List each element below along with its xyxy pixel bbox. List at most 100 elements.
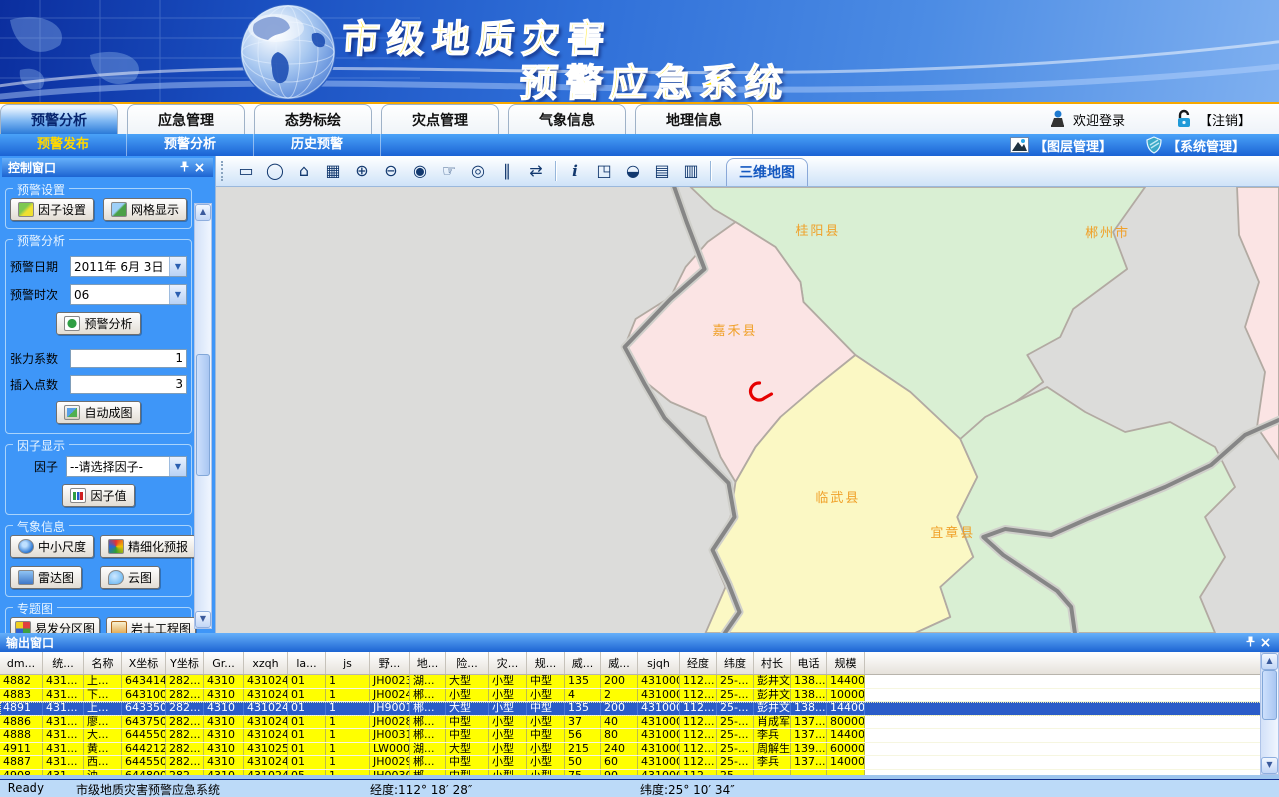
table-cell[interactable]: 01	[288, 716, 326, 729]
table-cell[interactable]: 4883	[0, 689, 43, 702]
table-cell[interactable]: 644212	[122, 743, 166, 756]
table-cell[interactable]: 431...	[43, 716, 84, 729]
table-cell[interactable]: 周解生	[754, 743, 791, 756]
tension-input[interactable]: 1	[70, 349, 187, 368]
table-cell[interactable]: 1	[326, 716, 370, 729]
table-cell[interactable]: 廖...	[84, 716, 122, 729]
scroll-down-button[interactable]: ▼	[195, 611, 211, 628]
table-cell[interactable]: 郴...	[410, 702, 446, 715]
meso-scale-button[interactable]: 中小尺度	[10, 535, 94, 558]
table-cell[interactable]: 644550	[122, 729, 166, 742]
table-cell[interactable]: 小型	[489, 702, 527, 715]
table-cell[interactable]: 431000	[638, 702, 680, 715]
table-cell[interactable]: 4310	[204, 702, 244, 715]
analyze-button[interactable]: 预警分析	[56, 312, 140, 335]
table-cell[interactable]: 56	[565, 729, 601, 742]
table-cell[interactable]: 彭井文	[754, 689, 791, 702]
table-cell[interactable]: 湖...	[410, 675, 446, 688]
table-cell[interactable]: 郴...	[410, 689, 446, 702]
table-cell[interactable]: 144000	[827, 729, 865, 742]
table-cell[interactable]: 1	[326, 675, 370, 688]
table-cell[interactable]: 644800	[122, 770, 166, 776]
table-cell[interactable]: 中型	[527, 702, 565, 715]
table-cell[interactable]: 大型	[446, 743, 489, 756]
table-cell[interactable]	[827, 770, 865, 776]
table-row-7[interactable]: 4908431...油...644800282...4310431024051J…	[0, 770, 1262, 776]
table-cell[interactable]: 10000	[827, 689, 865, 702]
factor-select[interactable]: --请选择因子- ▼	[66, 456, 187, 477]
table-cell[interactable]: 李兵	[754, 729, 791, 742]
table-cell[interactable]: 60	[601, 756, 638, 769]
welcome-login[interactable]: 欢迎登录	[1047, 109, 1125, 129]
table-cell[interactable]: 小型	[489, 689, 527, 702]
table-cell[interactable]: 282...	[166, 675, 204, 688]
table-row-4[interactable]: 4888431...大...644550282...4310431024011J…	[0, 729, 1262, 743]
table-cell[interactable]: 大...	[84, 729, 122, 742]
table-cell[interactable]: 144000	[827, 702, 865, 715]
table-cell[interactable]: 4887	[0, 756, 43, 769]
column-header-16[interactable]: sjqh	[638, 652, 680, 674]
column-header-3[interactable]: X坐标	[122, 652, 166, 674]
table-cell[interactable]: 138...	[791, 689, 827, 702]
table-cell[interactable]: 李兵	[754, 756, 791, 769]
table-cell[interactable]: 282...	[166, 729, 204, 742]
table-cell[interactable]: 4310	[204, 675, 244, 688]
table-cell[interactable]: 25-...	[717, 756, 754, 769]
table-cell[interactable]: 282...	[166, 689, 204, 702]
table-cell[interactable]: 25-...	[717, 702, 754, 715]
measure-distance-icon[interactable]: ▭	[236, 158, 256, 184]
table-cell[interactable]: JH0023	[370, 675, 410, 688]
table-cell[interactable]: 湖...	[410, 743, 446, 756]
table-cell[interactable]: 大型	[446, 702, 489, 715]
grid-display-button[interactable]: 网格显示	[103, 198, 187, 221]
table-cell[interactable]: 05	[288, 770, 326, 776]
table-cell[interactable]: 大型	[446, 675, 489, 688]
menu-tab-4[interactable]: 气象信息	[508, 104, 626, 134]
table-cell[interactable]: 郴...	[410, 716, 446, 729]
table-cell[interactable]: 黄...	[84, 743, 122, 756]
table-cell[interactable]: 112...	[680, 675, 717, 688]
table-cell[interactable]: JH0024	[370, 689, 410, 702]
table-cell[interactable]: 4310	[204, 689, 244, 702]
pause-icon[interactable]: ∥	[497, 158, 517, 184]
scroll-up-button[interactable]: ▲	[195, 204, 211, 221]
table-cell[interactable]: 431...	[43, 729, 84, 742]
table-cell[interactable]: 643350	[122, 702, 166, 715]
table-cell[interactable]: 40	[601, 716, 638, 729]
table-cell[interactable]: 282...	[166, 702, 204, 715]
chevron-down-icon[interactable]: ▼	[169, 285, 186, 304]
table-cell[interactable]: 01	[288, 689, 326, 702]
table-row-6[interactable]: 4887431...西...644550282...4310431024011J…	[0, 756, 1262, 770]
table-cell[interactable]: 431...	[43, 675, 84, 688]
map-3d-button[interactable]: 三维地图	[726, 158, 808, 186]
table-cell[interactable]	[791, 770, 827, 776]
table-cell[interactable]: 643100	[122, 689, 166, 702]
table-cell[interactable]: 小型	[489, 716, 527, 729]
table-cell[interactable]: 4310	[204, 729, 244, 742]
column-header-7[interactable]: la...	[288, 652, 326, 674]
column-header-0[interactable]: dm...	[0, 652, 43, 674]
table-cell[interactable]: 01	[288, 743, 326, 756]
chevron-down-icon[interactable]: ▼	[169, 257, 186, 276]
table-cell[interactable]: 4908	[0, 770, 43, 776]
column-header-9[interactable]: 野...	[370, 652, 410, 674]
table-cell[interactable]: 135	[565, 702, 601, 715]
table-cell[interactable]: 01	[288, 729, 326, 742]
column-header-8[interactable]: js	[326, 652, 370, 674]
table-cell[interactable]: 1	[326, 689, 370, 702]
table-cell[interactable]: 1	[326, 743, 370, 756]
table-cell[interactable]: 中型	[527, 675, 565, 688]
table-cell[interactable]: 431000	[638, 756, 680, 769]
table-cell[interactable]: 138...	[791, 675, 827, 688]
table-cell[interactable]: 431024	[244, 729, 288, 742]
table-cell[interactable]: 643414	[122, 675, 166, 688]
factor-settings-button[interactable]: 因子设置	[10, 198, 94, 221]
table-cell[interactable]: 80	[601, 729, 638, 742]
table-cell[interactable]: 431024	[244, 756, 288, 769]
toolbar-drag-handle[interactable]	[221, 161, 226, 181]
table-cell[interactable]: 431024	[244, 675, 288, 688]
table-cell[interactable]: 431000	[638, 689, 680, 702]
menu-tab-3[interactable]: 灾点管理	[381, 104, 499, 134]
table-cell[interactable]: 431000	[638, 743, 680, 756]
table-cell[interactable]: 431024	[244, 716, 288, 729]
